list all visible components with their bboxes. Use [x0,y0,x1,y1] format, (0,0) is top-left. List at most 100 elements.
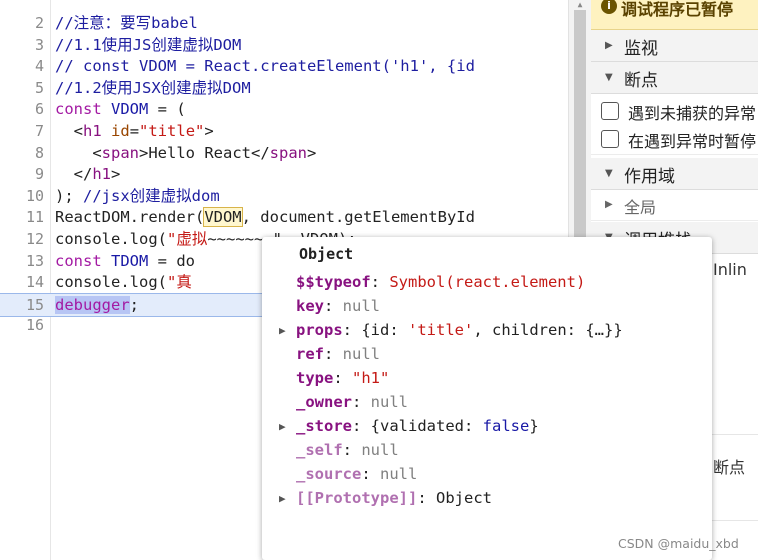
code-text: const TDOM = do [55,250,195,272]
code-token: < [55,122,83,140]
expand-triangle-icon: ▶ [605,199,613,210]
line-number: 8 [34,143,44,162]
pause-caught-checkbox[interactable] [601,130,619,148]
object-property[interactable]: _store: {validated: false} [296,414,539,438]
code-line[interactable]: 11 ReactDOM.render(VDOM, document.getElem… [0,206,568,228]
code-text: debugger; [55,294,139,316]
line-number: 13 [25,251,44,270]
object-property: $$typeof: Symbol(react.element) [296,270,585,294]
code-comment: //jsx创建虚拟dom [83,186,220,205]
code-text: <h1 id="title"> [55,120,214,142]
code-text: const VDOM = ( [55,98,186,120]
code-line[interactable]: 2 //注意：要写babel [0,12,568,34]
code-text: </h1> [55,163,121,185]
object-property: _self: null [296,438,399,462]
property-key: props [296,321,343,339]
code-line[interactable]: 7 <h1 id="title"> [0,120,568,142]
line-number: 15 [25,295,44,314]
line-number: 7 [34,122,44,140]
pause-uncaught-checkbox[interactable] [601,102,619,120]
code-token: = ( [148,100,186,119]
code-token: < [55,143,102,162]
line-number: 10 [25,186,44,205]
line-number: 3 [34,35,44,54]
watermark: CSDN @maidu_xbd [618,536,739,551]
code-line[interactable]: 5 //1.2使用JSX创建虚拟DOM [0,77,568,99]
object-preview-popover[interactable]: Object $$typeof: Symbol(react.element) ke… [262,237,712,560]
code-line[interactable]: 9 </h1> [0,163,568,185]
code-line[interactable]: 8 <span>Hello React</span> [0,142,568,164]
code-line[interactable]: 4 // const VDOM = React.createElement('h1… [0,55,568,77]
code-comment: //1.1使用JS创建虚拟DOM [55,35,242,54]
collapse-triangle-icon: ▼ [605,168,613,179]
code-text: <span>Hello React</span> [55,142,316,164]
line-number: 6 [34,100,44,119]
property-colon: : [352,417,371,435]
object-property[interactable]: [[Prototype]]: Object [296,486,492,510]
code-variable: TDOM [111,251,149,270]
section-watch[interactable]: ▶ 监视 [591,30,758,62]
code-keyword: const [55,251,111,270]
pause-on-caught-option[interactable]: 在遇到异常时暂停 [591,124,758,155]
property-key: $$typeof [296,273,371,291]
property-colon: : [342,441,362,459]
code-token: ReactDOM.render( [55,208,205,227]
code-string: "title" [139,122,205,140]
code-token: = do [148,251,195,270]
section-scope[interactable]: ▼ 作用域 [591,158,758,190]
expand-arrow-icon[interactable]: ▶ [279,324,286,337]
code-text: //1.2使用JSX创建虚拟DOM [55,77,251,99]
code-line[interactable]: 6 const VDOM = ( [0,98,568,120]
section-breakpoints[interactable]: ▼ 断点 [591,62,758,94]
line-number: 4 [34,57,44,76]
property-colon: : [324,345,343,363]
code-token: console.log( [55,273,167,292]
property-colon: : [324,297,343,315]
scroll-up-icon[interactable]: ▲ [574,0,586,9]
code-comment: //1.2使用JSX创建虚拟DOM [55,78,251,97]
property-value: null [342,297,380,315]
code-token: > [306,143,317,162]
line-number: 9 [34,165,44,184]
inline-label: Inlin [713,260,747,279]
property-value: Symbol(react.element) [389,273,586,291]
code-token: ; [129,295,139,314]
property-key: _self [296,441,343,459]
property-colon: : [333,369,352,387]
object-property: key: null [296,294,380,318]
expand-arrow-icon[interactable]: ▶ [279,492,286,505]
code-tag: span [101,143,139,162]
code-token: = [129,122,140,140]
collapse-triangle-icon: ▼ [605,72,613,83]
property-value: null [380,465,418,483]
code-variable: VDOM [111,100,149,119]
code-line[interactable]: 10 ); //jsx创建虚拟dom [0,185,568,207]
code-text: ReactDOM.render(VDOM, document.getElemen… [55,206,475,228]
uncaught-label: 遇到未捕获的异常 [628,104,757,123]
scope-label: 作用域 [624,167,675,187]
current-statement[interactable]: debugger [55,295,130,314]
expand-arrow-icon[interactable]: ▶ [279,420,286,433]
breakpoints-label: 断点 [624,71,658,91]
code-text: ); //jsx创建虚拟dom [55,185,220,207]
code-keyword: const [55,100,111,119]
object-property: type: "h1" [296,366,389,390]
hovered-variable[interactable]: VDOM [203,207,243,228]
code-text: //注意：要写babel [55,12,198,34]
code-line[interactable]: 3 //1.1使用JS创建虚拟DOM [0,34,568,56]
property-key: ref [296,345,324,363]
object-property[interactable]: props: {id: 'title', children: {…}} [296,318,623,342]
property-colon: : [342,321,362,339]
line-number: 14 [25,273,44,292]
property-value: {validated: false} [370,417,539,435]
property-key: key [296,297,324,315]
property-value: {id: 'title', children: {…}} [361,321,623,339]
code-tag: h1 [83,122,102,140]
popover-title: Object [299,245,354,263]
watch-label: 监视 [624,39,658,59]
property-key: _source [296,465,362,483]
property-colon: : [352,393,371,411]
pause-on-uncaught-option[interactable]: 遇到未捕获的异常 [591,96,758,127]
scope-global-item[interactable]: ▶ 全局 [591,190,758,221]
property-colon: : [361,465,380,483]
